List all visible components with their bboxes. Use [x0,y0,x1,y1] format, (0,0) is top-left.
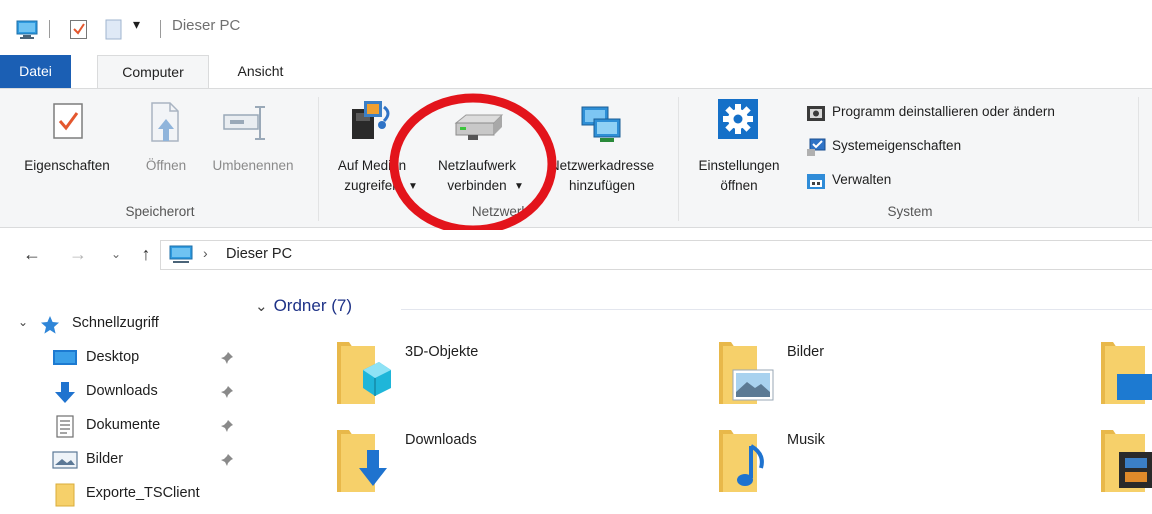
downloads-folder-icon [337,430,387,492]
properties-icon [53,103,83,139]
tree-item-desktop[interactable]: Desktop [0,342,245,376]
network-location-icon [581,106,621,142]
tree-item-schnellzugriff[interactable]: ⌄ Schnellzugriff [0,308,245,342]
recent-locations-button[interactable]: ⌄ [104,242,128,266]
folder-item-musik[interactable]: Musik [717,428,1017,508]
group-header-ordner[interactable]: ⌄ Ordner (7) [255,296,352,316]
tab-datei[interactable]: Datei [0,55,71,88]
desktop-folder-icon[interactable] [1099,340,1152,406]
new-folder-quick-icon[interactable] [104,18,124,40]
chevron-down-icon: ⌄ [255,298,268,315]
ribbon-computer: Eigenschaften Öffnen Umbenennen Speicher… [0,88,1152,228]
tree-item-exporte-tsclient[interactable]: Exporte_TSClient [0,478,245,512]
download-arrow-icon [55,382,75,403]
separator [49,20,50,38]
tab-ansicht[interactable]: Ansicht [223,55,298,88]
group-label-speicherort: Speicherort [125,204,195,219]
folder-item-downloads[interactable]: Downloads [335,428,635,508]
chevron-down-icon[interactable]: ⌄ [18,315,28,329]
uninstall-program-icon [807,106,825,121]
star-icon [41,316,59,334]
music-folder-icon [719,430,764,492]
einstellungen-oeffnen-button[interactable]: Einstellungen öffnen [684,93,794,193]
group-separator [318,97,319,221]
videos-folder-icon[interactable] [1099,428,1152,494]
group-separator [1138,97,1139,221]
desktop-icon [53,350,77,365]
content-pane: ⌄ Ordner (7) 3D-Objekte Bilder Downloads… [245,282,1152,514]
folder-item-bilder[interactable]: Bilder [717,340,1017,420]
document-icon [56,415,74,438]
navigation-bar: ← → ⌄ ↑ › Dieser PC [0,230,1152,280]
group-label-system: System [887,204,933,219]
rename-icon [223,106,265,140]
pin-icon[interactable] [220,453,234,471]
title-bar: ▾ Dieser PC [0,0,1152,52]
eigenschaften-button[interactable]: Eigenschaften [10,93,124,193]
back-button[interactable]: ← [20,242,44,266]
customize-toolbar-icon[interactable]: ▾ [133,16,140,38]
oeffnen-button[interactable]: Öffnen [130,93,202,193]
settings-gear-icon [718,99,758,139]
ribbon-tabs: Datei Computer Ansicht [0,52,1152,89]
tab-computer[interactable]: Computer [97,55,209,89]
group-divider [401,309,1152,310]
breadcrumb-dieser-pc[interactable]: Dieser PC [226,246,292,262]
up-button[interactable]: ↑ [134,242,158,266]
pin-icon[interactable] [220,419,234,437]
window-title: Dieser PC [172,17,241,34]
pictures-folder-icon [719,342,774,404]
verwalten-button[interactable]: Verwalten [802,167,942,193]
navigation-pane: ⌄ Schnellzugriff Desktop Downloads Dokum… [0,282,245,514]
highlight-circle-annotation [389,93,557,235]
folder-icon [55,483,75,507]
3d-objects-folder-icon [337,342,391,404]
pin-icon[interactable] [220,385,234,403]
this-pc-icon [169,245,193,263]
tree-item-dokumente[interactable]: Dokumente [0,410,245,444]
programm-deinstallieren-button[interactable]: Programm deinstallieren oder ändern [802,99,1132,125]
file-explorer-window: ▾ Dieser PC Datei Computer Ansicht Eigen… [0,0,1152,514]
systemeigenschaften-button[interactable]: Systemeigenschaften [802,133,1002,159]
pin-icon[interactable] [220,351,234,369]
group-separator [678,97,679,221]
tree-item-bilder[interactable]: Bilder [0,444,245,478]
breadcrumb-chevron-icon: › [203,245,208,261]
open-icon [151,102,179,142]
properties-quick-icon[interactable] [69,18,89,40]
system-properties-icon [807,138,826,156]
this-pc-icon [16,20,38,39]
pictures-icon [52,451,78,469]
manage-icon [807,174,825,189]
umbenennen-button[interactable]: Umbenennen [198,93,308,193]
tree-item-downloads[interactable]: Downloads [0,376,245,410]
address-bar[interactable]: › Dieser PC [160,240,1152,270]
forward-button[interactable]: → [66,242,90,266]
folder-item-3d-objekte[interactable]: 3D-Objekte [335,340,635,420]
separator [160,20,161,38]
